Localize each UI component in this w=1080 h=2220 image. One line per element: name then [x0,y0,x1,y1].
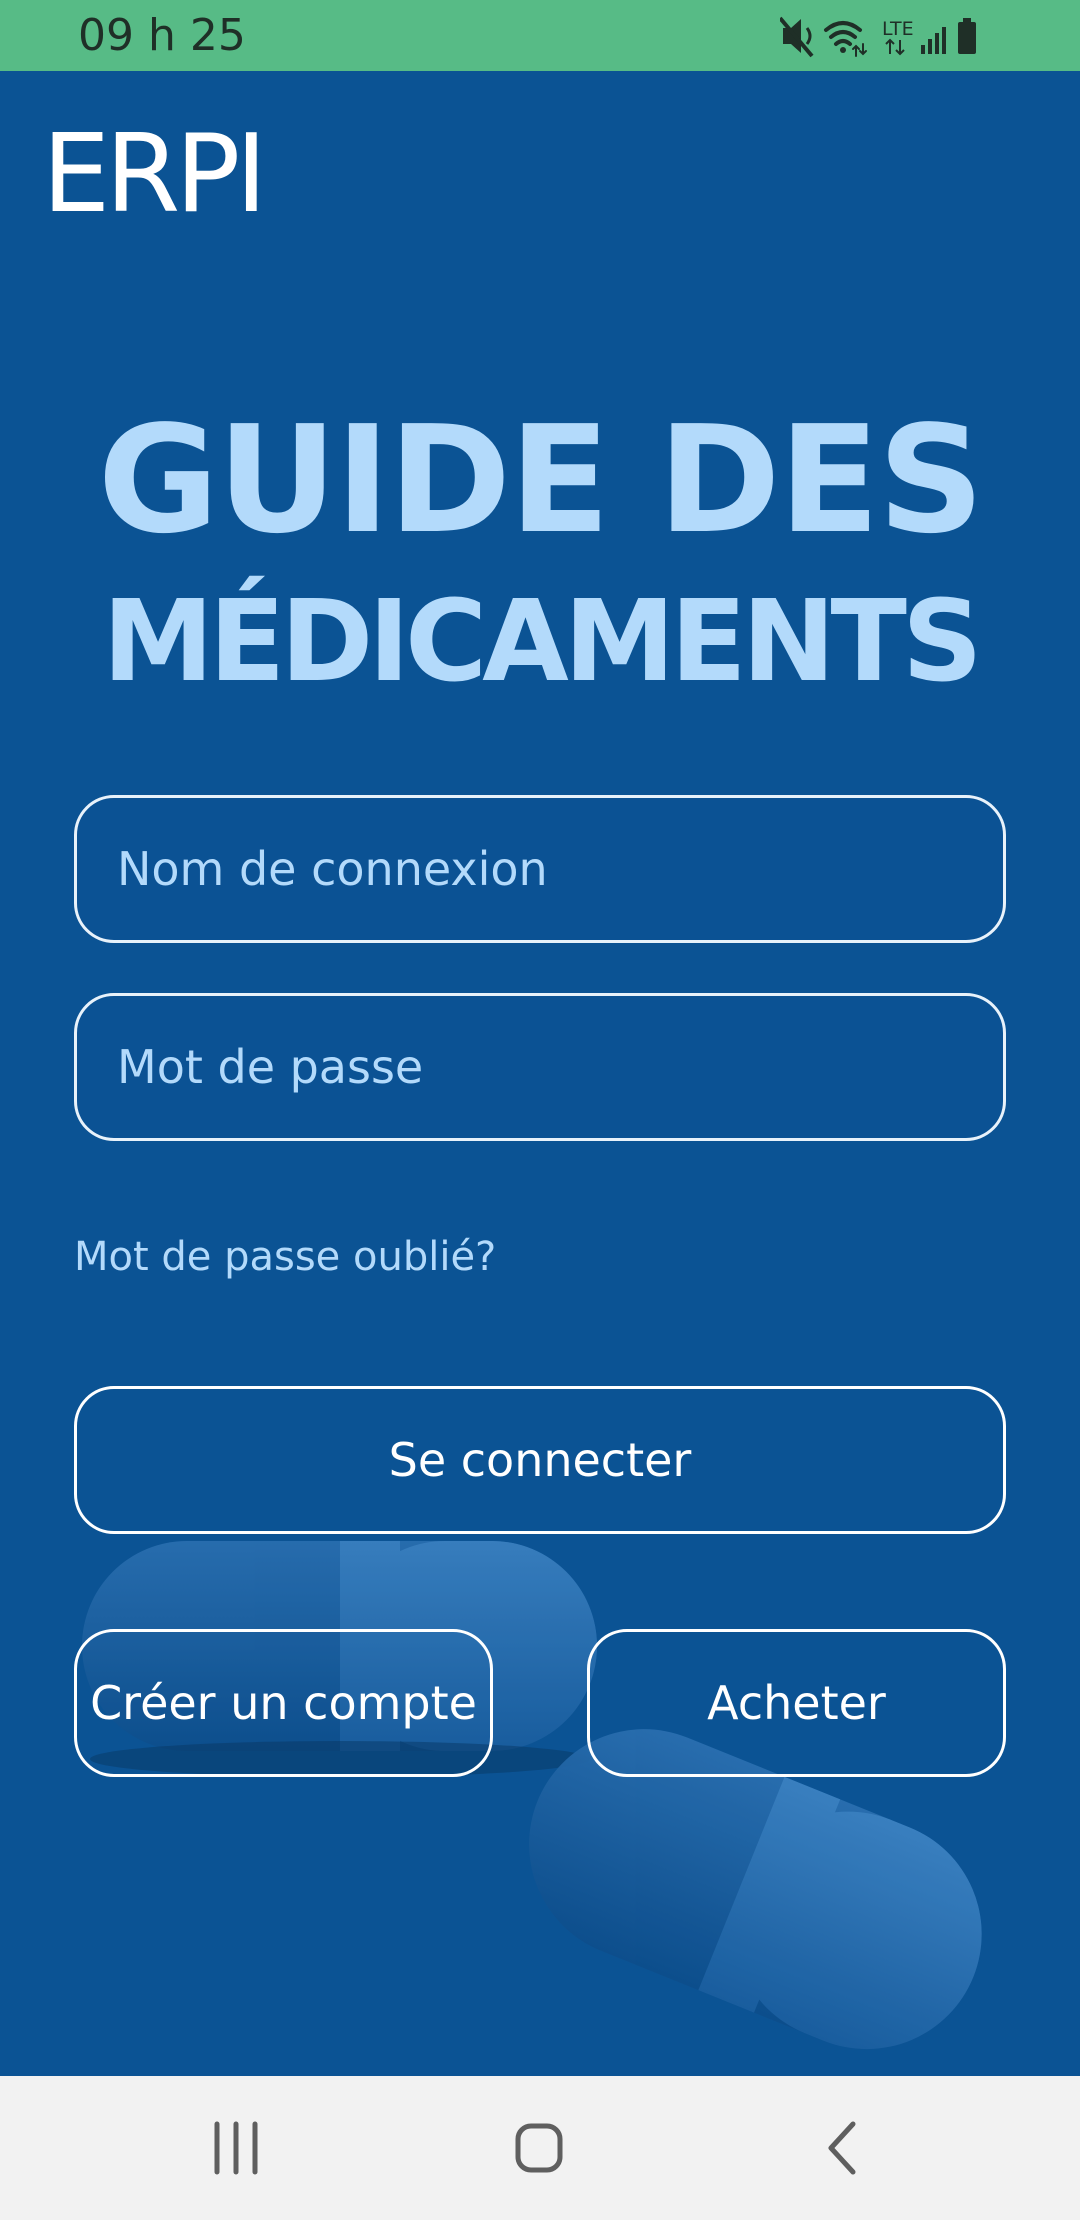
recent-apps-button[interactable] [177,2106,297,2190]
connect-button-label: Se connecter [388,1433,692,1487]
back-button[interactable] [781,2106,901,2190]
back-icon [828,2121,856,2175]
battery-icon [958,18,976,54]
login-name-input[interactable] [117,842,1003,896]
status-icons: LTE [780,16,976,58]
password-field[interactable] [74,993,1006,1141]
mute-icon [780,16,814,58]
status-time: 09 h 25 [78,10,246,61]
create-account-button-label: Créer un compte [90,1676,477,1730]
app-logo: ERPI [42,112,267,237]
lte-data-icon: LTE [882,18,914,56]
home-button[interactable] [479,2106,599,2190]
forgot-password-link[interactable]: Mot de passe oublié? [74,1234,496,1280]
svg-text:LTE: LTE [882,18,914,40]
password-input[interactable] [117,1040,1003,1094]
create-account-button[interactable]: Créer un compte [74,1629,493,1777]
navigation-bar [0,2076,1080,2220]
home-icon [515,2123,563,2173]
signal-icon [921,27,946,54]
buy-button-label: Acheter [707,1676,886,1730]
buy-button[interactable]: Acheter [587,1629,1006,1777]
wifi-icon [824,21,867,57]
app-screen: ERPI GUIDE DES MÉDICAMENTS Mot de passe … [0,71,1080,2076]
headline-medications: MÉDICAMENTS [102,577,982,707]
login-field[interactable] [74,795,1006,943]
status-bar: 09 h 25 LTE [0,0,1080,71]
headline-guide: GUIDE DES [97,394,985,566]
recent-apps-icon [214,2121,258,2175]
connect-button[interactable]: Se connecter [74,1386,1006,1534]
